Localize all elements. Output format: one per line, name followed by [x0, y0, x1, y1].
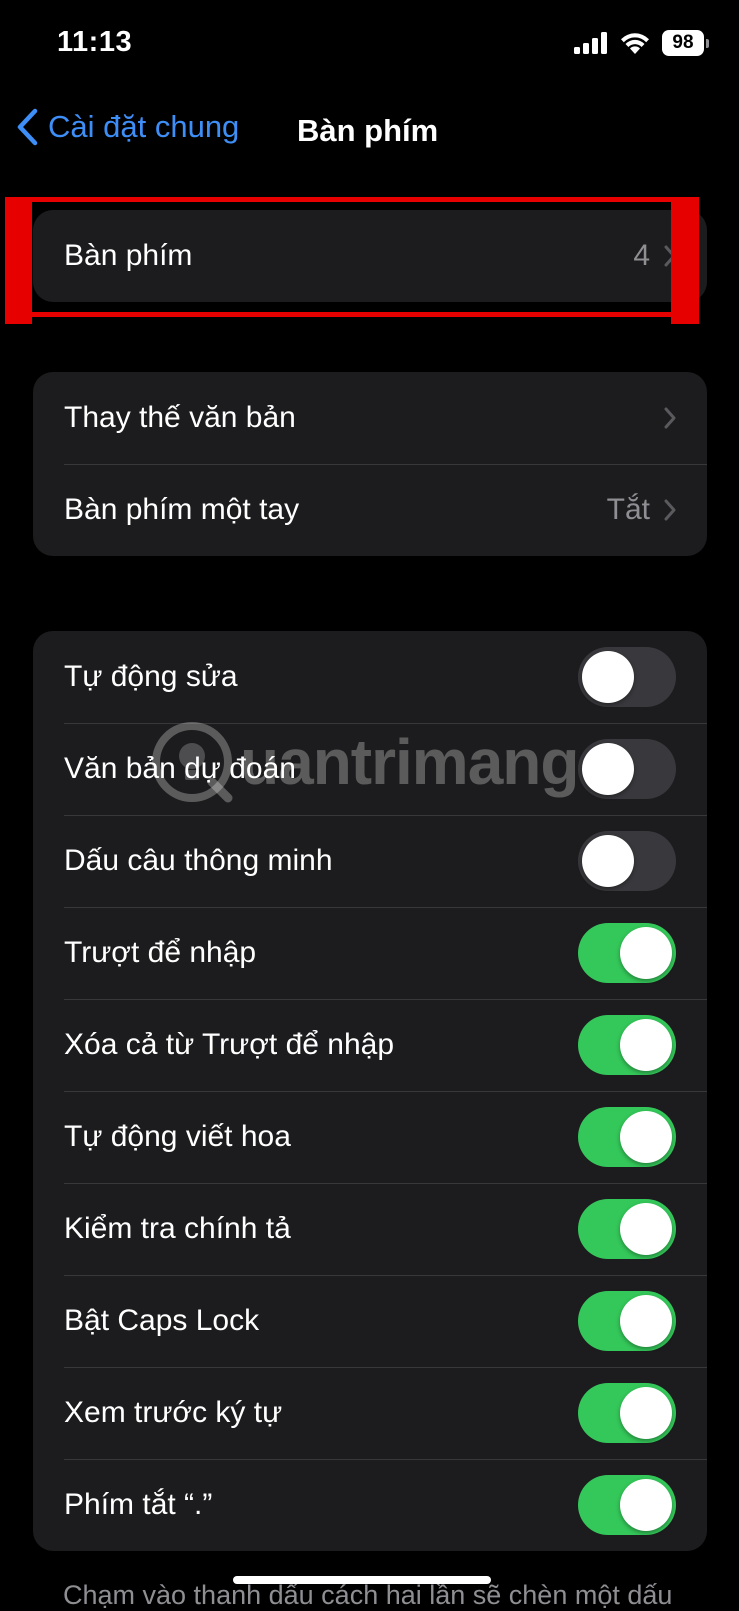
- cellular-signal-icon: [574, 32, 607, 54]
- toggle-row: Dấu câu thông minh: [33, 815, 707, 907]
- toggle-knob: [582, 651, 634, 703]
- keyboards-count: 4: [633, 239, 650, 272]
- navigation-bar: Cài đặt chung Bàn phím: [0, 100, 739, 160]
- toggle-label: Kiểm tra chính tả: [64, 1212, 291, 1245]
- back-label: Cài đặt chung: [48, 109, 240, 144]
- toggle-settings-group: Tự động sửa Văn bản dự đoán Dấu câu thông …: [33, 631, 707, 1551]
- toggle-row: Trượt để nhập: [33, 907, 707, 999]
- toggle-row: Tự động viết hoa: [33, 1091, 707, 1183]
- status-icons: 98: [574, 30, 709, 56]
- toggle-knob: [620, 1479, 672, 1531]
- toggle-switch[interactable]: [578, 1383, 676, 1443]
- text-replacement-label: Thay thế văn bản: [64, 401, 296, 434]
- toggle-row: Xem trước ký tự: [33, 1367, 707, 1459]
- text-replacement-row[interactable]: Thay thế văn bản: [33, 372, 707, 464]
- toggle-label: Xem trước ký tự: [64, 1396, 283, 1429]
- toggle-label: Văn bản dự đoán: [64, 752, 296, 785]
- toggle-label: Trượt để nhập: [64, 936, 257, 969]
- toggle-label: Bật Caps Lock: [64, 1304, 260, 1337]
- toggle-label: Tự động viết hoa: [64, 1120, 291, 1153]
- chevron-right-icon: [664, 499, 676, 521]
- toggle-knob: [620, 1019, 672, 1071]
- toggle-switch[interactable]: [578, 1475, 676, 1535]
- toggle-row: Tự động sửa: [33, 631, 707, 723]
- toggle-label: Phím tắt “.”: [64, 1488, 213, 1521]
- keyboards-label: Bàn phím: [64, 239, 193, 272]
- toggle-row: Kiểm tra chính tả: [33, 1183, 707, 1275]
- battery-icon: 98: [662, 30, 709, 56]
- battery-level: 98: [662, 30, 704, 56]
- one-handed-keyboard-row[interactable]: Bàn phím một tay Tắt: [33, 464, 707, 556]
- one-handed-keyboard-label: Bàn phím một tay: [64, 493, 300, 526]
- toggle-switch[interactable]: [578, 1199, 676, 1259]
- toggle-label: Tự động sửa: [64, 660, 238, 693]
- toggle-switch[interactable]: [578, 647, 676, 707]
- text-options-group: Thay thế văn bản Bàn phím một tay Tắt: [33, 372, 707, 556]
- chevron-right-icon: [664, 245, 676, 267]
- back-button[interactable]: Cài đặt chung: [16, 108, 239, 146]
- footer-description: Chạm vào thanh dấu cách hai lần sẽ chèn …: [63, 1580, 673, 1610]
- toggle-label: Xóa cả từ Trượt để nhập: [64, 1028, 395, 1061]
- toggle-row: Bật Caps Lock: [33, 1275, 707, 1367]
- toggle-knob: [582, 835, 634, 887]
- toggle-row: Văn bản dự đoán: [33, 723, 707, 815]
- highlight-left-bar: [5, 197, 32, 324]
- toggle-switch[interactable]: [578, 1015, 676, 1075]
- keyboards-group: Bàn phím 4: [33, 210, 707, 302]
- home-indicator[interactable]: [233, 1576, 491, 1584]
- toggle-knob: [620, 1203, 672, 1255]
- status-time: 11:13: [57, 26, 133, 58]
- toggle-label: Dấu câu thông minh: [64, 844, 333, 877]
- wifi-icon: [621, 33, 649, 54]
- toggle-row: Phím tắt “.”: [33, 1459, 707, 1551]
- one-handed-keyboard-value: Tắt: [606, 493, 650, 526]
- toggle-switch[interactable]: [578, 831, 676, 891]
- toggle-knob: [620, 1295, 672, 1347]
- toggle-switch[interactable]: [578, 923, 676, 983]
- toggle-knob: [620, 1111, 672, 1163]
- page-title: Bàn phím: [297, 113, 439, 148]
- toggle-knob: [620, 927, 672, 979]
- toggle-switch[interactable]: [578, 739, 676, 799]
- chevron-left-icon: [17, 108, 38, 146]
- toggle-row: Xóa cả từ Trượt để nhập: [33, 999, 707, 1091]
- status-bar: 11:13 98: [0, 0, 739, 90]
- toggle-knob: [582, 743, 634, 795]
- chevron-right-icon: [664, 407, 676, 429]
- keyboards-row[interactable]: Bàn phím 4: [33, 210, 707, 302]
- toggle-knob: [620, 1387, 672, 1439]
- toggle-switch[interactable]: [578, 1291, 676, 1351]
- toggle-switch[interactable]: [578, 1107, 676, 1167]
